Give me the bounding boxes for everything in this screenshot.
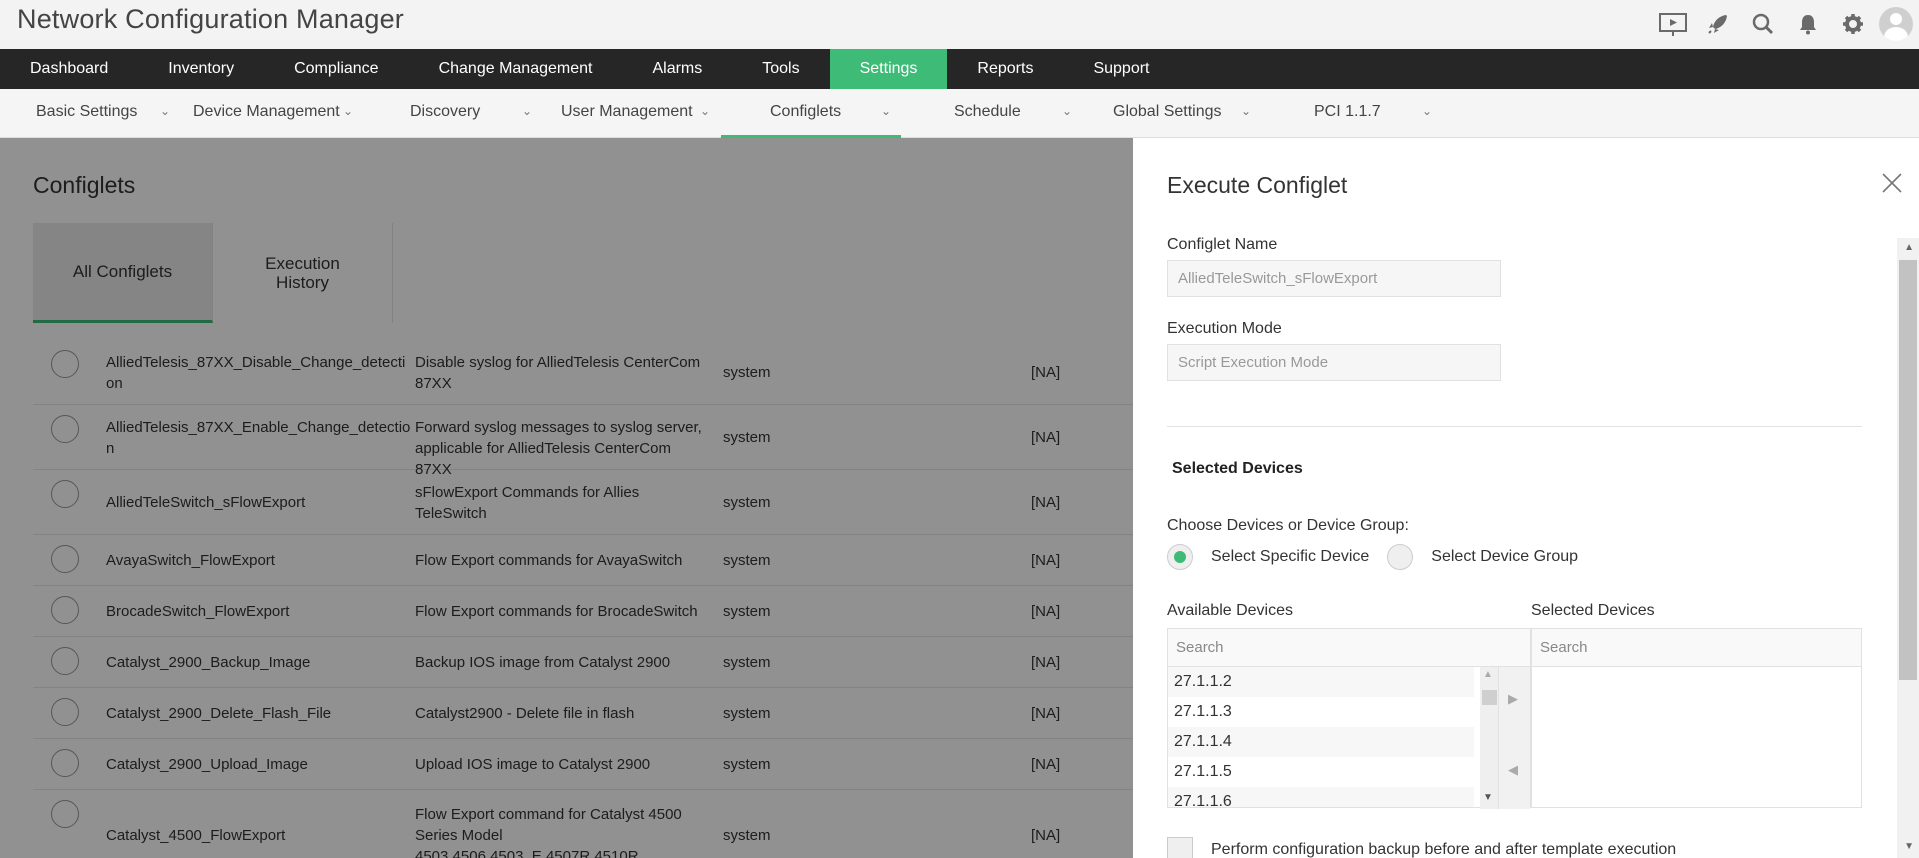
nav-support[interactable]: Support bbox=[1063, 49, 1179, 89]
move-right-icon[interactable]: ▶ bbox=[1508, 691, 1518, 707]
nav-settings[interactable]: Settings bbox=[829, 49, 948, 89]
selected-search-input[interactable]: Search bbox=[1532, 629, 1861, 667]
subnav-basic-settings[interactable]: Basic Settings ⌄ bbox=[36, 89, 176, 138]
radio-select-specific-device[interactable] bbox=[1167, 544, 1193, 570]
subnav-label: Global Settings bbox=[1113, 103, 1222, 120]
scrollbar-thumb[interactable] bbox=[1482, 690, 1497, 705]
subnav-configlets[interactable]: Configlets ⌄ bbox=[721, 89, 901, 138]
chevron-down-icon: ⌄ bbox=[881, 104, 892, 118]
scroll-down-icon[interactable]: ▼ bbox=[1904, 841, 1914, 852]
list-item[interactable]: 27.1.1.4 bbox=[1168, 727, 1474, 757]
available-devices-list: Search 27.1.1.2 27.1.1.3 27.1.1.4 27.1.1… bbox=[1167, 628, 1531, 808]
chevron-down-icon: ⌄ bbox=[700, 104, 711, 118]
device-selection-radios: Select Specific Device Select Device Gro… bbox=[1167, 542, 1578, 572]
nav-tools[interactable]: Tools bbox=[732, 49, 829, 89]
header-icons bbox=[1650, 6, 1919, 42]
list-item[interactable]: 27.1.1.5 bbox=[1168, 757, 1474, 787]
chevron-down-icon: ⌄ bbox=[1062, 104, 1073, 118]
chevron-down-icon: ⌄ bbox=[1422, 104, 1433, 118]
chevron-down-icon: ⌄ bbox=[343, 104, 354, 118]
subnav-label: User Management bbox=[561, 103, 693, 120]
bell-icon[interactable] bbox=[1785, 6, 1830, 42]
radio-select-device-group[interactable] bbox=[1387, 544, 1414, 570]
chevron-down-icon: ⌄ bbox=[160, 104, 171, 118]
divider bbox=[1167, 426, 1862, 427]
nav-alarms[interactable]: Alarms bbox=[622, 49, 732, 89]
scroll-up-icon[interactable]: ▲ bbox=[1483, 669, 1493, 680]
subnav-schedule[interactable]: Schedule ⌄ bbox=[954, 89, 1084, 138]
subnav-label: PCI 1.1.7 bbox=[1314, 103, 1381, 120]
subnav-pci[interactable]: PCI 1.1.7 ⌄ bbox=[1314, 89, 1439, 138]
scrollbar-thumb[interactable] bbox=[1899, 260, 1917, 680]
device-transfer-controls bbox=[1498, 667, 1530, 809]
backup-checkbox[interactable] bbox=[1167, 837, 1193, 858]
subnav-device-management[interactable]: Device Management ⌄ bbox=[193, 89, 358, 138]
sub-nav: Basic Settings ⌄ Device Management ⌄ Dis… bbox=[0, 89, 1919, 138]
presentation-icon[interactable] bbox=[1650, 6, 1695, 42]
subnav-label: Device Management bbox=[193, 103, 340, 120]
subnav-global-settings[interactable]: Global Settings ⌄ bbox=[1113, 89, 1258, 138]
gear-icon[interactable] bbox=[1830, 6, 1875, 42]
selected-devices-list: Search bbox=[1531, 628, 1862, 808]
selected-devices-title: Selected Devices bbox=[1172, 460, 1303, 477]
app-header: Network Configuration Manager bbox=[0, 0, 1919, 49]
list-item[interactable]: 27.1.1.2 bbox=[1168, 667, 1474, 697]
subnav-user-management[interactable]: User Management ⌄ bbox=[561, 89, 721, 138]
execute-configlet-panel: Execute Configlet ▲ ▼ Configlet Name All… bbox=[1133, 138, 1919, 858]
radio-specific-label: Select Specific Device bbox=[1211, 548, 1370, 565]
subnav-label: Discovery bbox=[410, 103, 481, 120]
available-devices-label: Available Devices bbox=[1167, 602, 1293, 619]
execution-mode-label: Execution Mode bbox=[1167, 320, 1282, 337]
available-list-scrollbar[interactable] bbox=[1480, 667, 1498, 809]
nav-change-management[interactable]: Change Management bbox=[409, 49, 623, 89]
backup-option: Perform configuration backup before and … bbox=[1167, 837, 1676, 858]
available-search-input[interactable]: Search bbox=[1168, 629, 1530, 667]
panel-title: Execute Configlet bbox=[1167, 172, 1348, 198]
configlet-name-label: Configlet Name bbox=[1167, 236, 1278, 253]
scroll-up-icon[interactable]: ▲ bbox=[1904, 242, 1914, 253]
choose-devices-label: Choose Devices or Device Group: bbox=[1167, 517, 1409, 534]
move-left-icon[interactable]: ◀ bbox=[1508, 762, 1518, 778]
backup-checkbox-label: Perform configuration backup before and … bbox=[1211, 841, 1677, 858]
modal-overlay[interactable] bbox=[0, 138, 1133, 858]
selected-devices-label: Selected Devices bbox=[1531, 602, 1655, 619]
nav-compliance[interactable]: Compliance bbox=[264, 49, 408, 89]
configlet-name-field: AlliedTeleSwitch_sFlowExport bbox=[1167, 260, 1501, 297]
chevron-down-icon: ⌄ bbox=[1241, 104, 1252, 118]
nav-inventory[interactable]: Inventory bbox=[138, 49, 264, 89]
available-devices-scroll: 27.1.1.2 27.1.1.3 27.1.1.4 27.1.1.5 27.1… bbox=[1168, 667, 1474, 807]
subnav-label: Configlets bbox=[770, 103, 842, 120]
execution-mode-field: Script Execution Mode bbox=[1167, 344, 1501, 381]
subnav-label: Schedule bbox=[954, 103, 1021, 120]
app-title: Network Configuration Manager bbox=[17, 4, 404, 34]
rocket-icon[interactable] bbox=[1695, 6, 1740, 42]
radio-group-label: Select Device Group bbox=[1431, 548, 1579, 565]
list-item[interactable]: 27.1.1.3 bbox=[1168, 697, 1474, 727]
main-nav: Dashboard Inventory Compliance Change Ma… bbox=[0, 49, 1919, 89]
chevron-down-icon: ⌄ bbox=[522, 104, 533, 118]
user-avatar-icon[interactable] bbox=[1879, 7, 1913, 41]
scroll-down-icon[interactable]: ▼ bbox=[1483, 792, 1493, 803]
list-item[interactable]: 27.1.1.6 bbox=[1168, 787, 1474, 807]
nav-dashboard[interactable]: Dashboard bbox=[0, 49, 138, 89]
search-icon[interactable] bbox=[1740, 6, 1785, 42]
subnav-discovery[interactable]: Discovery ⌄ bbox=[410, 89, 540, 138]
subnav-label: Basic Settings bbox=[36, 103, 138, 120]
close-icon[interactable] bbox=[1879, 170, 1905, 196]
nav-reports[interactable]: Reports bbox=[947, 49, 1063, 89]
